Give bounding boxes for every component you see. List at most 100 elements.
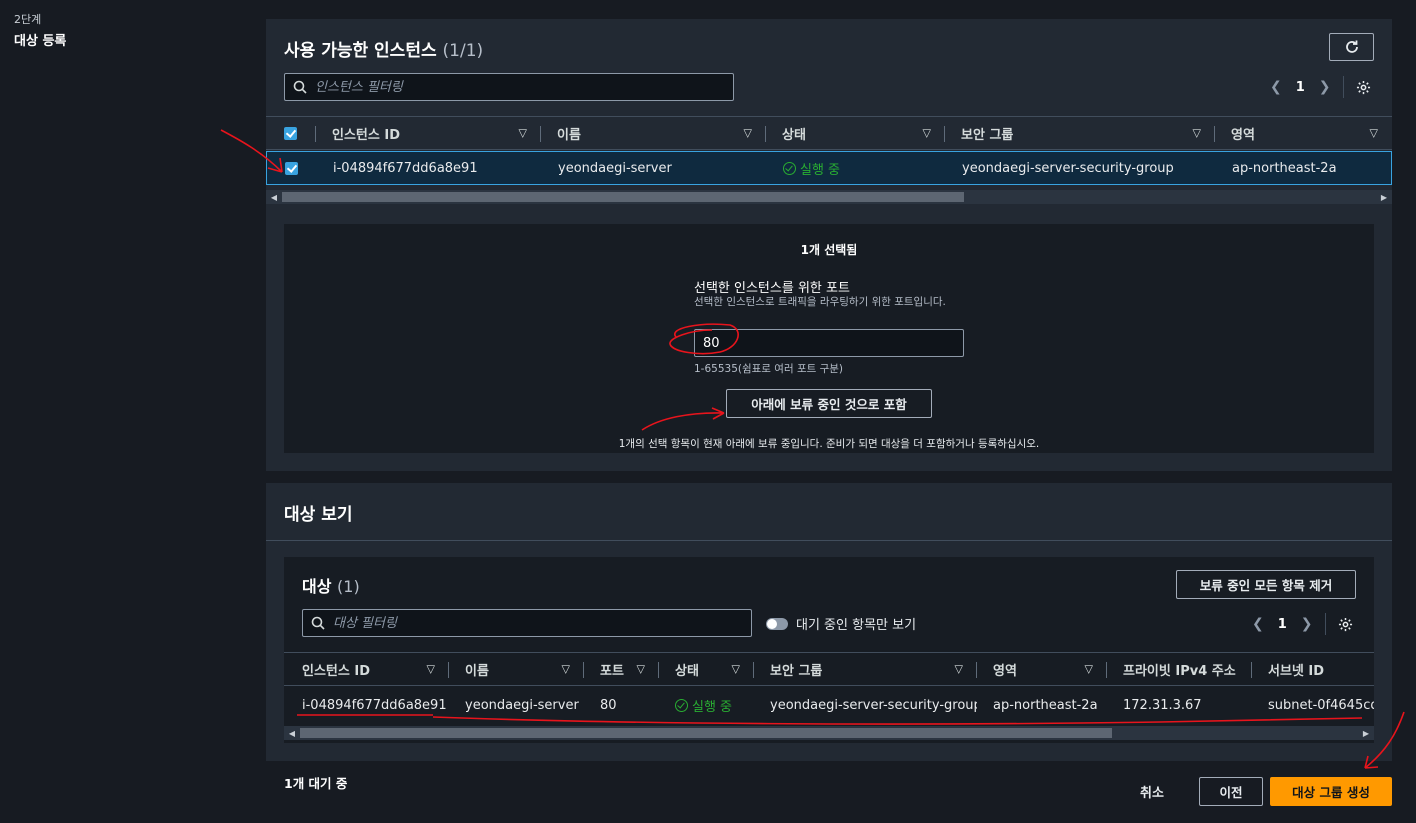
targets-pagination: ❮ 1 ❯	[1252, 613, 1353, 635]
selection-container: 1개 선택됨 선택한 인스턴스를 위한 포트 선택한 인스턴스로 트래픽을 라우…	[284, 224, 1374, 453]
instances-pagination: ❮ 1 ❯	[1270, 76, 1371, 98]
previous-button[interactable]: 이전	[1199, 777, 1263, 806]
sort-icon: ▽	[731, 662, 740, 676]
divider	[266, 540, 1392, 541]
sort-icon: ▽	[922, 126, 931, 140]
pager-divider	[1324, 613, 1326, 635]
scroll-left-icon[interactable]: ◀	[284, 729, 300, 738]
col-status[interactable]: 상태 ▽	[766, 117, 945, 149]
check-circle-icon	[675, 698, 688, 712]
target-security-group: yeondaegi-server-security-group	[770, 697, 977, 713]
available-instances-heading: 사용 가능한 인스턴스 (1/1)	[284, 36, 483, 61]
gear-icon[interactable]	[1338, 617, 1353, 632]
row-checkbox[interactable]	[285, 161, 298, 175]
target-instance-id: i-04894f677dd6a8e91	[302, 697, 447, 713]
pager-divider	[1342, 76, 1344, 98]
sort-icon: ▽	[1084, 662, 1093, 676]
sort-icon: ▽	[426, 662, 435, 676]
port-hint: 1-65535(쉼표로 여러 포트 구분)	[694, 363, 844, 375]
prev-page-icon[interactable]: ❮	[1270, 79, 1282, 95]
col-zone[interactable]: 영역 ▽	[977, 653, 1107, 685]
sort-icon: ▽	[743, 126, 752, 140]
port-input[interactable]	[694, 329, 964, 357]
col-subnet-id[interactable]: 서브넷 ID	[1252, 653, 1374, 685]
scroll-thumb[interactable]	[300, 728, 1112, 738]
table-row[interactable]: i-04894f677dd6a8e91 yeondaegi-server 80 …	[284, 688, 1374, 722]
target-status: 실행 중	[659, 696, 754, 715]
search-icon	[293, 80, 307, 94]
review-targets-panel: 대상 보기 대상 (1) 보류 중인 모든 항목 제거 대기 중인 항목만 보기…	[266, 483, 1392, 761]
refresh-button[interactable]	[1329, 33, 1374, 61]
create-target-group-button[interactable]: 대상 그룹 생성	[1270, 777, 1392, 806]
col-zone[interactable]: 영역 ▽	[1215, 117, 1392, 149]
next-page-icon[interactable]: ❯	[1301, 616, 1313, 632]
target-filter-input[interactable]	[333, 615, 633, 631]
col-name[interactable]: 이름 ▽	[449, 653, 584, 685]
instance-zone: ap-northeast-2a	[1232, 160, 1337, 176]
scroll-left-icon[interactable]: ◀	[266, 193, 282, 202]
instances-horizontal-scrollbar[interactable]: ◀ ▶	[266, 190, 1392, 204]
targets-horizontal-scrollbar[interactable]: ◀ ▶	[284, 726, 1374, 740]
col-port[interactable]: 포트 ▽	[584, 653, 659, 685]
col-security-group[interactable]: 보안 그룹 ▽	[754, 653, 977, 685]
col-security-group[interactable]: 보안 그룹 ▽	[945, 117, 1215, 149]
instance-filter-input[interactable]	[315, 79, 615, 95]
sort-icon: ▽	[561, 662, 570, 676]
targets-title: 대상	[302, 577, 332, 596]
pending-note: 1개의 선택 항목이 현재 아래에 보류 중입니다. 준비가 되면 대상을 더 …	[618, 438, 1040, 450]
available-instances-title: 사용 가능한 인스턴스	[284, 41, 437, 61]
pending-only-toggle[interactable]: 대기 중인 항목만 보기	[766, 614, 916, 633]
target-name: yeondaegi-server	[465, 697, 579, 713]
sort-icon: ▽	[1369, 126, 1378, 140]
remove-all-pending-button[interactable]: 보류 중인 모든 항목 제거	[1176, 570, 1356, 599]
col-private-ip[interactable]: 프라이빗 IPv4 주소	[1107, 653, 1252, 685]
next-page-icon[interactable]: ❯	[1319, 79, 1331, 95]
available-instances-panel: 사용 가능한 인스턴스 (1/1) ❮ 1 ❯ 인스턴스 ID▽ 이름▽ 상태▽…	[266, 19, 1392, 471]
sort-icon: ▽	[636, 662, 645, 676]
instance-filter[interactable]	[284, 73, 734, 101]
instance-id: i-04894f677dd6a8e91	[333, 160, 478, 176]
col-name[interactable]: 이름 ▽	[541, 117, 766, 149]
select-all-cell	[266, 117, 316, 149]
instance-name: yeondaegi-server	[558, 160, 672, 176]
port-label: 선택한 인스턴스를 위한 포트	[694, 281, 850, 296]
search-icon	[311, 616, 325, 630]
check-circle-icon	[783, 161, 796, 175]
target-port: 80	[600, 697, 617, 713]
port-description: 선택한 인스턴스로 트래픽을 라우팅하기 위한 포트입니다.	[694, 296, 946, 308]
col-status[interactable]: 상태 ▽	[659, 653, 754, 685]
selected-count: 1개 선택됨	[800, 243, 858, 257]
gear-icon[interactable]	[1356, 80, 1371, 95]
scroll-right-icon[interactable]: ▶	[1376, 193, 1392, 202]
cancel-button[interactable]: 취소	[1140, 782, 1164, 801]
toggle-switch[interactable]	[766, 617, 788, 630]
scroll-thumb[interactable]	[282, 192, 964, 202]
table-row[interactable]: i-04894f677dd6a8e91 yeondaegi-server 실행 …	[266, 151, 1392, 185]
target-zone: ap-northeast-2a	[993, 697, 1098, 713]
available-instances-count: (1/1)	[442, 41, 484, 61]
step-label: 2단계	[14, 13, 42, 26]
page-number[interactable]: 1	[1296, 80, 1305, 95]
review-targets-title: 대상 보기	[284, 505, 353, 525]
targets-count: (1)	[337, 577, 360, 596]
sort-icon: ▽	[954, 662, 963, 676]
step-title: 대상 등록	[14, 34, 67, 49]
row-select-cell	[267, 161, 317, 175]
prev-page-icon[interactable]: ❮	[1252, 616, 1264, 632]
pending-count: 1개 대기 중	[284, 776, 348, 791]
target-subnet-id: subnet-0f4645cd9	[1268, 697, 1374, 713]
select-all-checkbox[interactable]	[284, 126, 297, 140]
target-private-ip: 172.31.3.67	[1123, 697, 1202, 713]
instances-table-header: 인스턴스 ID ▽ 이름 ▽ 상태 ▽ 보안 그룹 ▽ 영역 ▽	[266, 116, 1392, 150]
include-pending-button[interactable]: 아래에 보류 중인 것으로 포함	[726, 389, 932, 418]
col-instance-id[interactable]: 인스턴스 ID ▽	[316, 117, 541, 149]
target-filter[interactable]	[302, 609, 752, 637]
sort-icon: ▽	[1192, 126, 1201, 140]
instance-security-group: yeondaegi-server-security-group	[962, 160, 1174, 176]
page-number[interactable]: 1	[1278, 617, 1287, 632]
toggle-label: 대기 중인 항목만 보기	[796, 618, 917, 633]
instance-status: 실행 중	[767, 159, 946, 178]
col-instance-id[interactable]: 인스턴스 ID ▽	[284, 653, 449, 685]
scroll-right-icon[interactable]: ▶	[1358, 729, 1374, 738]
targets-container: 대상 (1) 보류 중인 모든 항목 제거 대기 중인 항목만 보기 ❮ 1 ❯…	[284, 557, 1374, 743]
